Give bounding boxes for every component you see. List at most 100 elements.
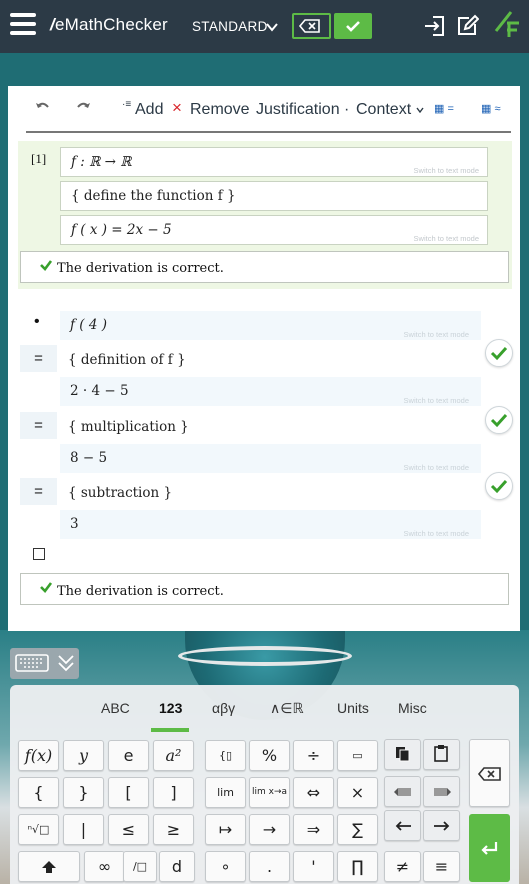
- context-button[interactable]: Context: [356, 101, 411, 119]
- key-implies[interactable]: ⇒: [293, 814, 334, 845]
- chevron-down-icon[interactable]: [266, 21, 278, 33]
- key-percent[interactable]: %: [249, 740, 290, 771]
- derivation-expression-row[interactable]: 3 Switch to text mode: [60, 510, 481, 539]
- tab-123[interactable]: 123: [159, 700, 182, 716]
- key-prime[interactable]: ': [293, 851, 334, 882]
- redo-icon[interactable]: [76, 100, 92, 114]
- enter-key[interactable]: [469, 814, 510, 882]
- copy-key[interactable]: [384, 739, 421, 770]
- step-check-badge: [485, 406, 513, 434]
- clear-button[interactable]: [292, 13, 331, 39]
- key-fraction[interactable]: /□: [123, 851, 157, 882]
- check-icon: [490, 479, 508, 494]
- tab-logic[interactable]: ∧∈ℝ: [270, 700, 304, 717]
- tab-units[interactable]: Units: [337, 700, 369, 716]
- move-left-key[interactable]: [384, 776, 421, 807]
- key-shift[interactable]: [18, 851, 80, 882]
- paste-key[interactable]: [423, 739, 460, 770]
- derivation-card: ·≡ Add × Remove Justification · Context …: [8, 86, 520, 631]
- derivation-expression-row[interactable]: f ( 4 ) Switch to text mode: [60, 311, 481, 340]
- add-button[interactable]: Add: [135, 101, 163, 119]
- key-stack[interactable]: ▭: [337, 740, 378, 771]
- definition-justification-field[interactable]: { define the function f }: [60, 181, 488, 211]
- key-lim[interactable]: lim: [205, 777, 246, 808]
- relation-operator[interactable]: =: [20, 412, 57, 439]
- tab-greek[interactable]: αβγ: [212, 700, 235, 716]
- key-times[interactable]: ×: [337, 777, 378, 808]
- key-product[interactable]: ∏: [337, 851, 378, 882]
- arrow-right-icon: [433, 788, 451, 796]
- tab-abc[interactable]: ABC: [101, 700, 130, 716]
- key-lim-to[interactable]: lim x→a: [249, 777, 290, 808]
- key-right-brace[interactable]: }: [63, 777, 104, 808]
- top-bar: /eMathChecker STANDARD: [0, 0, 529, 53]
- key-abs[interactable]: |: [63, 814, 104, 845]
- check-icon: [490, 346, 508, 361]
- key-right-bracket[interactable]: ]: [153, 777, 194, 808]
- end-of-derivation-box: [33, 548, 45, 560]
- key-piecewise[interactable]: {▯: [205, 740, 246, 771]
- relation-operator[interactable]: =: [20, 345, 57, 372]
- cursor-right-key[interactable]: [423, 810, 460, 841]
- key-divide[interactable]: ÷: [293, 740, 334, 771]
- derivation-expression-row[interactable]: 2 · 4 − 5 Switch to text mode: [60, 377, 481, 406]
- key-infinity[interactable]: ∞: [84, 851, 125, 882]
- relation-operator[interactable]: =: [20, 478, 57, 505]
- edit-icon[interactable]: [455, 14, 479, 38]
- key-not-equal[interactable]: ≠: [384, 851, 421, 882]
- brand-logo-icon: [494, 11, 519, 37]
- key-power[interactable]: a²: [153, 740, 194, 771]
- key-function[interactable]: f(x): [18, 740, 59, 771]
- key-mapsto[interactable]: ↦: [205, 814, 246, 845]
- cursor-left-key[interactable]: [384, 810, 421, 841]
- key-nth-root[interactable]: ⁿ√□: [18, 814, 59, 845]
- tab-misc[interactable]: Misc: [398, 700, 427, 716]
- text-mode-hint[interactable]: Switch to text mode: [404, 529, 469, 538]
- copy-icon: [395, 747, 409, 762]
- key-geq[interactable]: ≥: [153, 814, 194, 845]
- key-arrow[interactable]: →: [249, 814, 290, 845]
- key-left-bracket[interactable]: [: [108, 777, 149, 808]
- key-equiv[interactable]: ≡: [423, 851, 460, 882]
- mode-selector[interactable]: STANDARD: [192, 19, 268, 34]
- check-button[interactable]: [334, 13, 372, 39]
- paste-icon: [433, 745, 448, 762]
- add-list-icon: ·≡: [122, 99, 132, 110]
- undo-icon[interactable]: [34, 100, 50, 114]
- arrow-left-icon: [393, 788, 411, 796]
- text-mode-hint[interactable]: Switch to text mode: [404, 396, 469, 405]
- step-justification[interactable]: { definition of f }: [60, 344, 481, 373]
- key-sum[interactable]: ∑: [337, 814, 378, 845]
- key-y[interactable]: y: [63, 740, 104, 771]
- key-leq[interactable]: ≤: [108, 814, 149, 845]
- backspace-key[interactable]: [469, 739, 510, 807]
- step-justification[interactable]: { subtraction }: [60, 477, 481, 506]
- text-mode-hint[interactable]: Switch to text mode: [414, 234, 479, 243]
- derivation-bullet: •: [34, 313, 40, 330]
- login-icon[interactable]: [423, 14, 447, 38]
- text-mode-hint[interactable]: Switch to text mode: [404, 330, 469, 339]
- key-compose[interactable]: ∘: [205, 851, 246, 882]
- remove-x-icon: ×: [172, 98, 182, 117]
- key-left-brace[interactable]: {: [18, 777, 59, 808]
- key-e[interactable]: e: [108, 740, 149, 771]
- move-right-key[interactable]: [423, 776, 460, 807]
- derivation-expression-row[interactable]: 8 − 5 Switch to text mode: [60, 444, 481, 473]
- keyboard-toggle-button[interactable]: [10, 648, 79, 679]
- key-d[interactable]: d: [159, 851, 195, 882]
- key-dot[interactable]: .: [249, 851, 290, 882]
- active-tab-indicator: [151, 728, 189, 732]
- background-ring: [178, 646, 352, 666]
- remove-button[interactable]: Remove: [190, 101, 250, 119]
- calculator-approx-button[interactable]: ▦ ≈: [481, 102, 501, 115]
- line-number: [1]: [31, 151, 47, 166]
- calculator-eq-button[interactable]: ▦ =: [434, 102, 454, 115]
- text-mode-hint[interactable]: Switch to text mode: [404, 463, 469, 472]
- step-justification[interactable]: { multiplication }: [60, 411, 481, 440]
- definition-body-field[interactable]: f ( x ) = 2x − 5 Switch to text mode: [60, 215, 488, 245]
- key-iff[interactable]: ⇔: [293, 777, 334, 808]
- definition-signature-field[interactable]: f : ℝ → ℝ Switch to text mode: [60, 147, 488, 177]
- menu-icon[interactable]: [10, 13, 36, 35]
- justification-button[interactable]: Justification ·: [256, 101, 349, 119]
- text-mode-hint[interactable]: Switch to text mode: [414, 166, 479, 175]
